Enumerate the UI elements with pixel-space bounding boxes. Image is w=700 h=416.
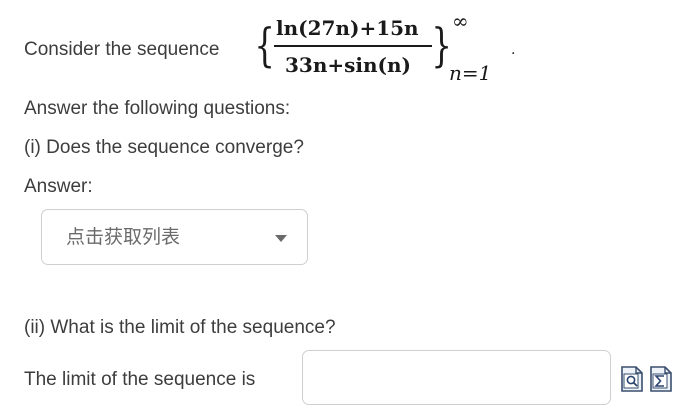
part2-answer-label: The limit of the sequence is [24,369,256,390]
convergence-dropdown[interactable]: 点击获取列表 [41,209,308,265]
part1-answer-label: Answer: [24,176,93,197]
preview-icon[interactable] [621,366,643,392]
upper-limit: ∞ [452,9,469,33]
sequence-intro: Consider the sequence [24,39,220,60]
trailing-period: . [511,42,516,58]
lower-limit: n=1 [449,61,492,85]
instruction-text: Answer the following questions: [24,98,291,119]
part2-question: (ii) What is the limit of the sequence? [24,317,336,338]
part1-question: (i) Does the sequence converge? [24,137,304,158]
formula-numerator: ln(27n)+15n [276,16,419,40]
chevron-down-icon [275,235,287,242]
fraction-bar [274,45,432,47]
dropdown-placeholder: 点击获取列表 [66,226,181,248]
sigma-icon[interactable] [650,366,672,392]
formula-denominator: 33n+sin(n) [285,53,411,77]
limit-input[interactable] [302,350,611,405]
left-brace: { [254,18,275,72]
